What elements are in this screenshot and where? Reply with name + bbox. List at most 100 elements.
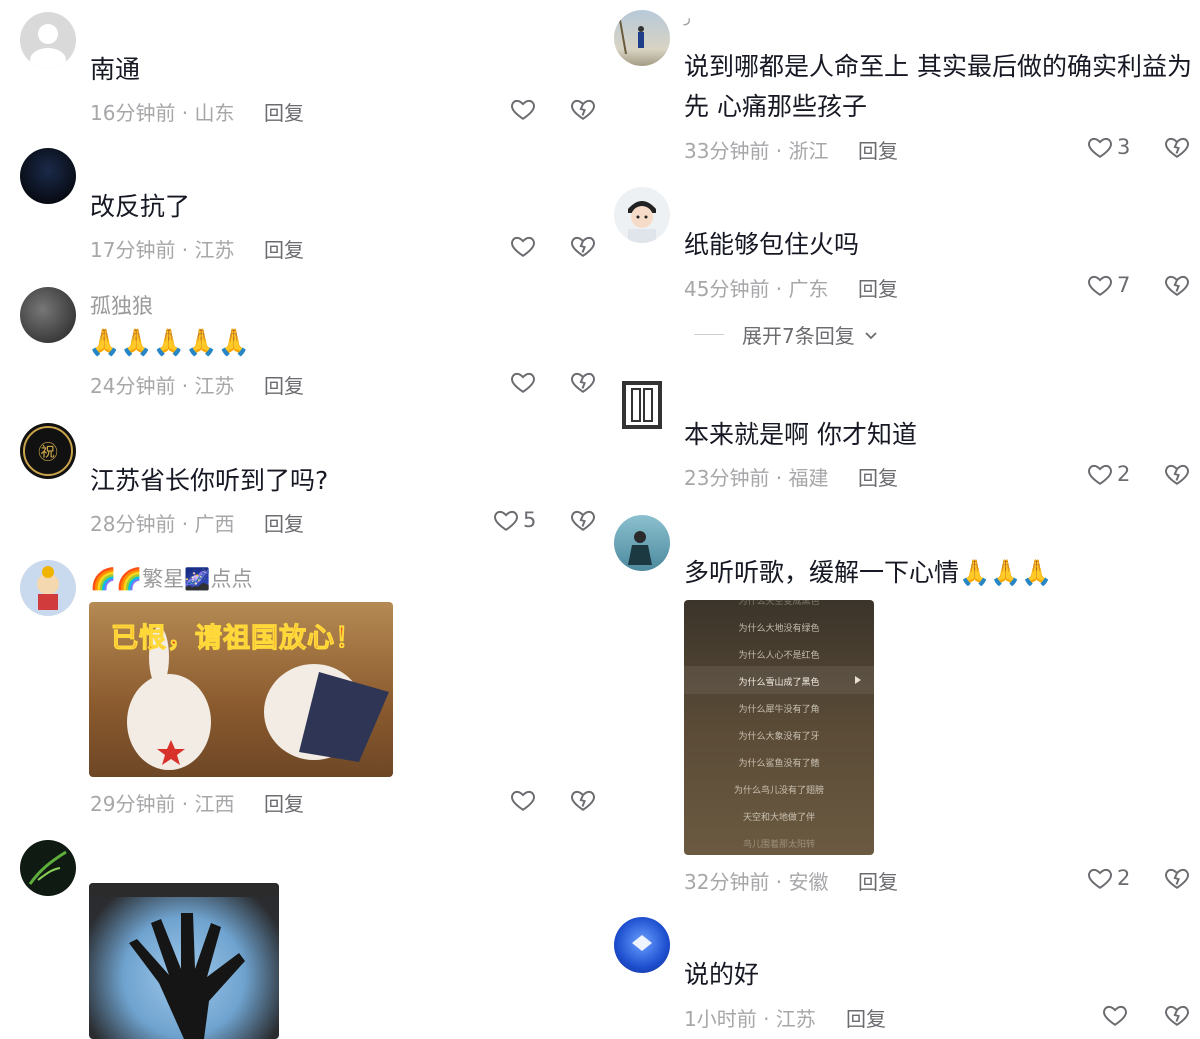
heart-icon xyxy=(511,236,535,257)
avatar[interactable] xyxy=(20,148,76,204)
dislike-button[interactable] xyxy=(570,233,596,263)
comment-text: 江苏省长你听到了吗? xyxy=(90,466,329,495)
divider xyxy=(694,334,724,335)
comment-time-location: 16分钟前 · 山东 xyxy=(90,101,235,125)
avatar[interactable] xyxy=(614,515,670,571)
lyrics-image[interactable]: 为什么天空变成黑色 为什么大地没有绿色 为什么人心不是红色 为什么雪山成了黑色 为什么犀… xyxy=(684,600,874,855)
like-count: 2 xyxy=(1117,866,1131,890)
heart-icon xyxy=(511,372,535,393)
reply-button[interactable]: 回复 xyxy=(858,866,898,895)
avatar[interactable]: ㊗ xyxy=(20,423,76,479)
broken-heart-icon xyxy=(1165,868,1189,889)
avatar[interactable] xyxy=(614,187,670,243)
like-button[interactable]: 2 xyxy=(1087,461,1130,487)
lyric-line: 为什么人心不是红色 xyxy=(738,651,820,661)
reply-button[interactable]: 回复 xyxy=(264,508,304,537)
reply-button[interactable]: 回复 xyxy=(846,1003,886,1032)
comment-image[interactable] xyxy=(89,883,279,1039)
heart-icon xyxy=(511,99,535,120)
comment-time-location: 45分钟前 · 广东 xyxy=(684,277,829,301)
expand-replies-label: 展开7条回复 xyxy=(742,324,855,348)
reply-button[interactable]: 回复 xyxy=(858,273,898,302)
like-button[interactable]: 7 xyxy=(1087,272,1130,298)
heart-icon xyxy=(1103,1005,1127,1026)
username[interactable]: 🌈🌈繁星🌌点点 xyxy=(90,563,252,593)
comment-time-location: 33分钟前 · 浙江 xyxy=(684,139,829,163)
like-button[interactable] xyxy=(510,96,540,122)
reply-button[interactable]: 回复 xyxy=(264,370,304,399)
expand-replies-button[interactable]: 展开7条回复 xyxy=(694,320,879,349)
lyric-line: 为什么鸟儿没有了翅膀 xyxy=(733,786,824,796)
reply-button[interactable]: 回复 xyxy=(264,788,304,817)
username[interactable]: 孤独狼 xyxy=(90,290,153,320)
broken-heart-icon xyxy=(1165,1005,1189,1026)
comment-text: 本来就是啊 你才知道 xyxy=(684,420,917,449)
avatar[interactable] xyxy=(20,12,76,68)
broken-heart-icon xyxy=(571,372,595,393)
lyric-line: 为什么大地没有绿色 xyxy=(738,624,820,634)
lyric-line: 鸟儿围着那太阳转 xyxy=(742,840,815,850)
comment-text: 多听听歌，缓解一下心情🙏🙏🙏 xyxy=(684,558,1053,587)
comment-time-location: 24分钟前 · 江苏 xyxy=(90,374,235,398)
broken-heart-icon xyxy=(571,510,595,531)
comment-time-location: 1小时前 · 江苏 xyxy=(684,1007,816,1031)
dislike-button[interactable] xyxy=(570,369,596,399)
comment-time-location: 29分钟前 · 江西 xyxy=(90,792,235,816)
heart-icon xyxy=(494,510,518,531)
like-button[interactable]: 5 xyxy=(493,507,536,533)
comment-time-location: 32分钟前 · 安徽 xyxy=(684,870,829,894)
reply-button[interactable]: 回复 xyxy=(858,462,898,491)
lyric-line: 为什么大象没有了牙 xyxy=(738,732,820,742)
like-button[interactable]: 3 xyxy=(1087,134,1130,160)
dislike-button[interactable] xyxy=(570,96,596,126)
dislike-button[interactable] xyxy=(1164,1002,1190,1032)
comment-text: 改反抗了 xyxy=(90,192,191,221)
dislike-button[interactable] xyxy=(1164,272,1190,302)
like-button[interactable] xyxy=(510,369,540,395)
broken-heart-icon xyxy=(571,790,595,811)
broken-heart-icon xyxy=(571,236,595,257)
comment-text: 🙏🙏🙏🙏🙏 xyxy=(88,328,250,358)
image-caption: 已恨，请祖国放心！ xyxy=(111,623,363,655)
comment-feed: 南通 16分钟前 · 山东 回复 改反抗了 17分钟前 · 江苏 回复 孤独狼 … xyxy=(0,0,1200,1039)
avatar[interactable] xyxy=(20,840,76,896)
comment-text: 纸能够包住火吗 xyxy=(684,230,860,259)
username[interactable]: ر xyxy=(684,10,691,26)
like-button[interactable] xyxy=(510,233,540,259)
lyric-line: 天空和大地做了伴 xyxy=(742,813,815,823)
avatar[interactable] xyxy=(614,10,670,66)
play-icon xyxy=(855,676,861,684)
dislike-button[interactable] xyxy=(570,787,596,817)
avatar[interactable] xyxy=(614,917,670,973)
dislike-button[interactable] xyxy=(1164,865,1190,895)
like-count: 5 xyxy=(523,508,537,532)
like-button[interactable] xyxy=(1102,1002,1132,1028)
comment-time-location: 17分钟前 · 江苏 xyxy=(90,238,235,262)
reply-button[interactable]: 回复 xyxy=(264,97,304,126)
broken-heart-icon xyxy=(1165,275,1189,296)
like-button[interactable]: 2 xyxy=(1087,865,1130,891)
reply-button[interactable]: 回复 xyxy=(858,135,898,164)
dislike-button[interactable] xyxy=(570,507,596,537)
chevron-down-icon xyxy=(865,331,877,339)
avatar[interactable] xyxy=(20,287,76,343)
dislike-button[interactable] xyxy=(1164,461,1190,491)
comment-text: 说的好 xyxy=(684,960,760,989)
dislike-button[interactable] xyxy=(1164,134,1190,164)
heart-icon xyxy=(1088,464,1112,485)
comment-text: 南通 xyxy=(90,55,141,84)
like-count: 3 xyxy=(1117,135,1131,159)
avatar[interactable] xyxy=(614,377,670,433)
like-button[interactable] xyxy=(510,787,540,813)
like-count: 7 xyxy=(1117,273,1131,297)
lyric-line: 为什么雪山成了黑色 xyxy=(738,678,820,688)
comment-text: 说到哪都是人命至上 其实最后做的确实利益为先 心痛那些孩子 xyxy=(684,52,1192,121)
avatar[interactable] xyxy=(20,560,76,616)
heart-icon xyxy=(511,790,535,811)
broken-heart-icon xyxy=(1165,137,1189,158)
reply-button[interactable]: 回复 xyxy=(264,234,304,263)
comment-image[interactable]: 已恨，请祖国放心！ xyxy=(89,602,393,777)
broken-heart-icon xyxy=(1165,464,1189,485)
lyric-line: 为什么犀牛没有了角 xyxy=(738,705,820,715)
heart-icon xyxy=(1088,275,1112,296)
